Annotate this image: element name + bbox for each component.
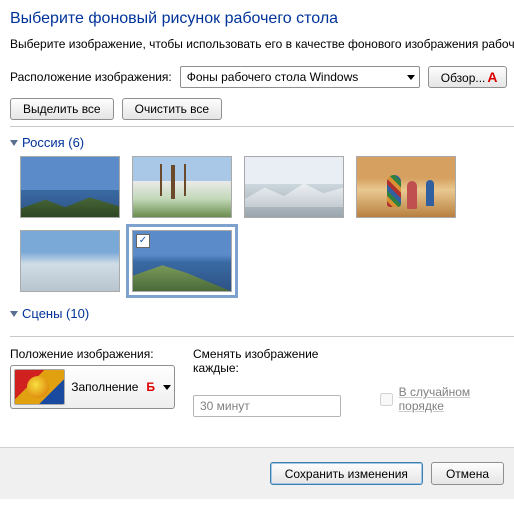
collapse-icon — [10, 311, 18, 317]
group-russia-header[interactable]: Россия (6) — [10, 131, 514, 156]
interval-select[interactable]: 30 минут — [193, 395, 341, 417]
wallpaper-thumb[interactable] — [132, 156, 232, 218]
annotation-b: Б — [146, 380, 155, 394]
position-preview-icon — [14, 369, 65, 405]
chevron-down-icon — [407, 75, 415, 80]
save-button[interactable]: Сохранить изменения — [270, 462, 423, 485]
shuffle-input[interactable] — [380, 393, 393, 406]
page-title: Выберите фоновый рисунок рабочего стола — [10, 10, 514, 28]
shuffle-checkbox[interactable]: В случайном порядке — [380, 381, 514, 417]
annotation-a: А — [487, 69, 497, 85]
location-label: Расположение изображения: — [10, 70, 172, 84]
browse-button[interactable]: Обзор...А — [428, 66, 507, 88]
wallpaper-thumb-selected[interactable] — [132, 230, 232, 292]
page-description: Выберите изображение, чтобы использовать… — [10, 36, 514, 52]
position-label: Положение изображения: — [10, 347, 175, 361]
position-select[interactable]: Заполнение Б — [10, 365, 175, 409]
collapse-icon — [10, 140, 18, 146]
wallpaper-gallery: Россия (6) Сцены (10) — [10, 126, 514, 332]
location-value: Фоны рабочего стола Windows — [187, 70, 359, 84]
wallpaper-thumb[interactable] — [356, 156, 456, 218]
wallpaper-thumb[interactable] — [244, 156, 344, 218]
location-select[interactable]: Фоны рабочего стола Windows — [180, 66, 420, 88]
select-all-button[interactable]: Выделить все — [10, 98, 114, 120]
cancel-button[interactable]: Отмена — [431, 462, 504, 485]
group-scenes-header[interactable]: Сцены (10) — [10, 302, 514, 327]
interval-label: Сменять изображение каждые: — [193, 347, 362, 375]
clear-all-button[interactable]: Очистить все — [122, 98, 222, 120]
wallpaper-thumb[interactable] — [20, 230, 120, 292]
chevron-down-icon — [163, 385, 171, 390]
footer: Сохранить изменения Отмена — [0, 447, 514, 499]
wallpaper-thumb[interactable] — [20, 156, 120, 218]
